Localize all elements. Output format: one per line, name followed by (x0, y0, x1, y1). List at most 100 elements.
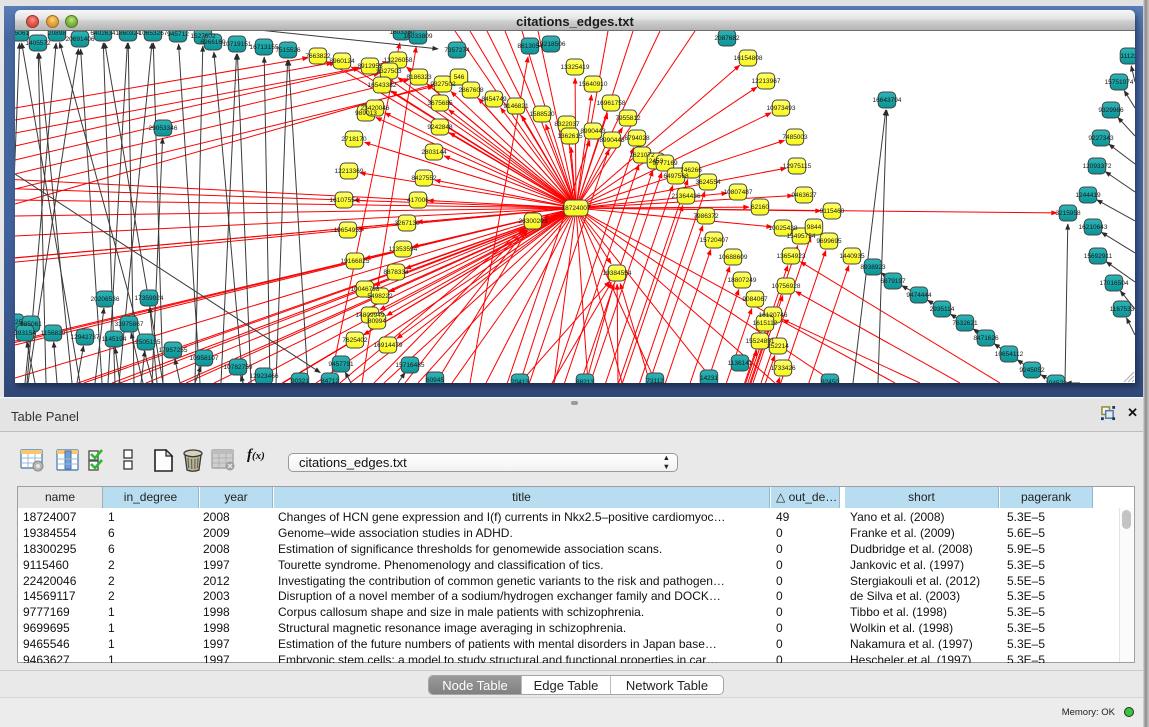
svg-text:9227343: 9227343 (1088, 135, 1114, 142)
svg-text:252214: 252214 (767, 343, 789, 350)
svg-text:6879197: 6879197 (880, 278, 906, 285)
svg-text:11353594: 11353594 (389, 246, 418, 253)
svg-text:9084067: 9084067 (742, 296, 768, 303)
svg-text:16210643: 16210643 (1079, 224, 1108, 231)
svg-text:9463627: 9463627 (791, 192, 817, 199)
svg-text:9115460: 9115460 (820, 208, 845, 215)
svg-text:1860324: 1860324 (115, 31, 141, 37)
svg-text:10807487: 10807487 (724, 189, 753, 196)
svg-text:10782759: 10782759 (224, 364, 253, 371)
svg-text:7632621: 7632621 (952, 320, 978, 327)
svg-text:7663822: 7663822 (305, 53, 331, 60)
svg-text:1244419: 1244419 (1075, 192, 1101, 199)
svg-text:16120746: 16120746 (759, 312, 788, 319)
svg-text:746266: 746266 (680, 167, 702, 174)
svg-text:90321: 90321 (291, 378, 309, 383)
svg-text:7357274: 7357274 (444, 47, 470, 54)
svg-text:73112: 73112 (646, 378, 664, 383)
svg-text:16643794: 16643794 (873, 97, 902, 104)
svg-text:546: 546 (454, 74, 465, 81)
svg-text:10973493: 10973493 (767, 105, 796, 112)
svg-text:10025438: 10025438 (769, 225, 798, 232)
svg-text:8990443: 8990443 (599, 137, 625, 144)
svg-text:985061: 985061 (20, 321, 42, 328)
svg-text:13218506: 13218506 (537, 41, 566, 48)
svg-text:10688609: 10688609 (719, 254, 748, 261)
svg-text:9699695: 9699695 (816, 238, 842, 245)
svg-text:19384554: 19384554 (603, 270, 632, 277)
svg-text:1588520: 1588520 (529, 111, 555, 118)
svg-text:9329966: 9329966 (1098, 107, 1124, 114)
svg-text:29053346: 29053346 (149, 125, 178, 132)
svg-text:8322037: 8322037 (554, 121, 580, 128)
svg-text:16961758: 16961758 (597, 100, 626, 107)
svg-text:1167533: 1167533 (1110, 306, 1135, 313)
svg-text:1136141: 1136141 (728, 360, 753, 367)
svg-text:15640910: 15640910 (579, 81, 608, 88)
svg-text:13654923: 13654923 (777, 253, 806, 260)
svg-text:6794028: 6794028 (624, 135, 650, 142)
svg-text:9327503: 9327503 (376, 68, 402, 75)
svg-text:417006: 417006 (407, 197, 429, 204)
svg-text:19654952: 19654952 (334, 227, 363, 234)
svg-text:23420046: 23420046 (361, 105, 390, 112)
svg-text:17359924: 17359924 (135, 295, 164, 302)
svg-text:8938923: 8938923 (860, 264, 886, 271)
svg-text:20206536: 20206536 (91, 296, 120, 303)
svg-text:15495754: 15495754 (787, 233, 816, 240)
svg-text:18724007: 18724007 (562, 205, 591, 212)
svg-text:16543382: 16543382 (368, 82, 397, 89)
svg-text:1405572: 1405572 (25, 40, 51, 47)
svg-text:16107554: 16107554 (330, 197, 359, 204)
svg-text:2087682: 2087682 (714, 35, 740, 42)
svg-text:13325419: 13325419 (561, 64, 590, 71)
svg-text:92450: 92450 (821, 379, 839, 383)
svg-text:8471626: 8471626 (973, 335, 999, 342)
svg-text:8960124: 8960124 (329, 58, 355, 65)
svg-text:1733426: 1733426 (770, 365, 796, 372)
svg-text:13226058: 13226058 (384, 57, 413, 64)
svg-text:104523: 104523 (1045, 380, 1067, 383)
svg-text:7625402: 7625402 (342, 337, 368, 344)
svg-text:8990443: 8990443 (580, 128, 606, 135)
svg-text:12213967: 12213967 (752, 78, 781, 85)
svg-text:9844: 9844 (807, 224, 822, 231)
svg-text:33975867: 33975867 (115, 321, 144, 328)
svg-text:2867608: 2867608 (458, 87, 484, 94)
svg-text:1362615: 1362615 (557, 133, 583, 140)
svg-text:2803144: 2803144 (421, 149, 447, 156)
svg-text:10719151: 10719151 (223, 41, 252, 48)
svg-text:9327502: 9327502 (430, 81, 456, 88)
svg-text:16154808: 16154808 (734, 55, 763, 62)
svg-text:3215958: 3215958 (1055, 210, 1081, 217)
svg-text:12505135: 12505135 (132, 339, 161, 346)
svg-text:60945: 60945 (426, 377, 444, 383)
svg-text:7485003: 7485003 (782, 134, 808, 141)
svg-text:9245052: 9245052 (1019, 367, 1045, 374)
svg-text:17957255: 17957255 (159, 347, 188, 354)
svg-text:7986372: 7986372 (693, 213, 719, 220)
svg-text:20898: 20898 (48, 31, 66, 37)
svg-text:1156829: 1156829 (41, 330, 66, 337)
svg-text:2718170: 2718170 (341, 136, 367, 143)
svg-text:23300203: 23300203 (519, 218, 548, 225)
svg-text:9777169: 9777169 (652, 160, 678, 167)
svg-text:393154: 393154 (15, 330, 36, 337)
svg-text:10756928: 10756928 (772, 283, 801, 290)
svg-text:62160: 62160 (751, 204, 769, 211)
svg-text:1145194: 1145194 (102, 336, 127, 343)
svg-text:14231: 14231 (700, 375, 718, 382)
svg-text:16914479: 16914479 (374, 342, 403, 349)
svg-text:15716485: 15716485 (396, 362, 425, 369)
svg-text:84712: 84712 (321, 378, 339, 383)
svg-text:8427552: 8427552 (411, 175, 437, 182)
svg-text:9242848: 9242848 (427, 124, 453, 131)
svg-text:17016504: 17016504 (1100, 280, 1129, 287)
svg-text:8878334: 8878334 (383, 269, 409, 276)
svg-text:7955812: 7955812 (615, 115, 641, 122)
svg-text:5498222: 5498222 (367, 293, 393, 300)
svg-text:10046798: 10046798 (351, 286, 380, 293)
svg-text:11122: 11122 (1120, 53, 1135, 60)
svg-text:10958107: 10958107 (190, 355, 219, 362)
svg-text:12213369: 12213369 (335, 168, 364, 175)
